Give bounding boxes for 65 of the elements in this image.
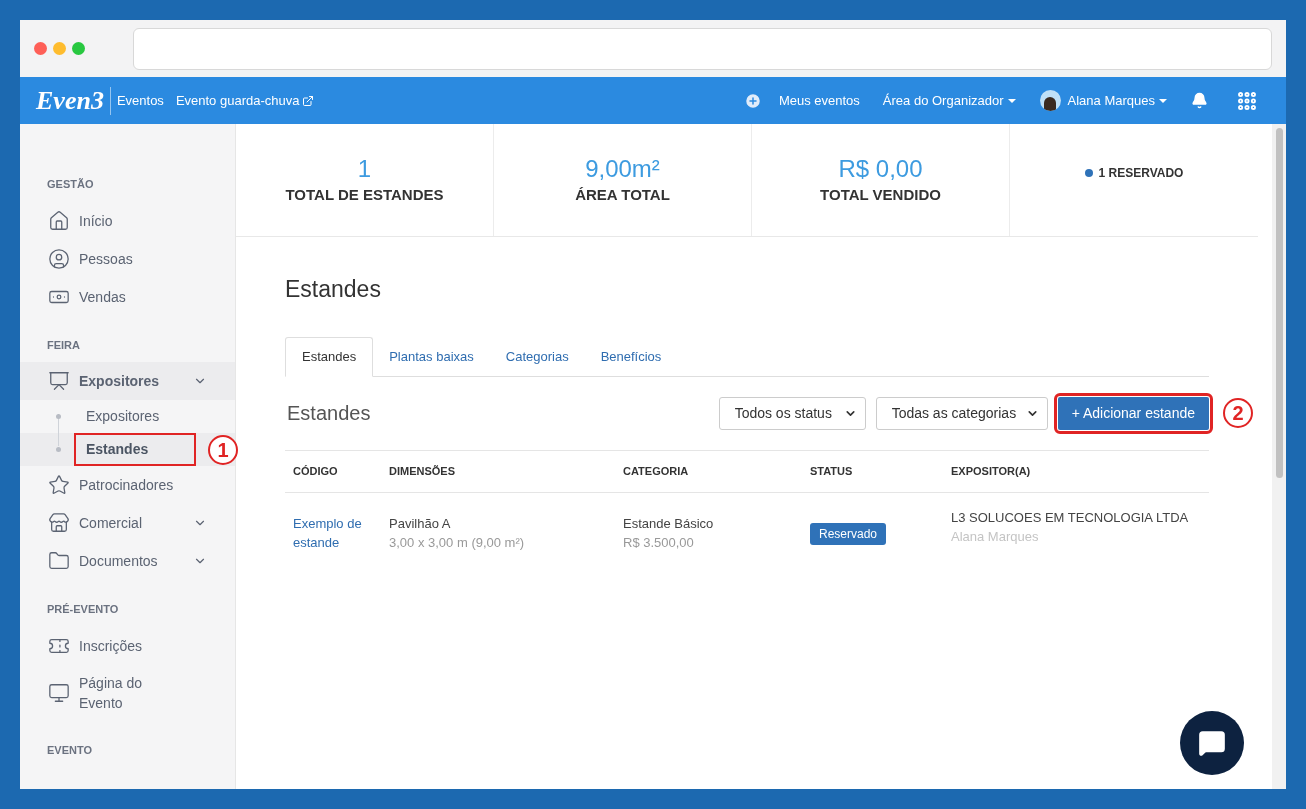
sidebar-section-title: EVENTO	[46, 742, 94, 758]
caret-icon	[1007, 98, 1016, 103]
person-icon	[48, 247, 70, 270]
table-cell-text: R$ 3.500,00	[623, 534, 695, 553]
column-header: STATUS	[810, 465, 853, 478]
tab[interactable]: Benefícios	[584, 336, 678, 377]
column-header: CÓDIGO	[293, 465, 338, 478]
nav-dropdown[interactable]: Área do Organizador	[882, 90, 1016, 111]
page-title: Estandes	[285, 275, 382, 304]
chat-icon	[1198, 729, 1226, 757]
monitor-icon	[48, 681, 70, 704]
filter-select[interactable]: Todos os status	[718, 396, 866, 430]
tab[interactable]: Estandes	[285, 336, 374, 377]
sidebar-item[interactable]: Comercial	[20, 504, 235, 542]
stat-label: TOTAL DE ESTANDES	[285, 184, 444, 205]
event-link[interactable]: Evento guarda-chuva	[175, 90, 315, 111]
tab[interactable]: Categorias	[489, 336, 585, 377]
sidebar-item[interactable]: Início	[20, 201, 235, 240]
star-icon	[48, 474, 70, 496]
add-icon[interactable]	[743, 91, 762, 110]
table-cell-text: Pavilhão A	[389, 514, 452, 533]
apps-grid-icon[interactable]	[1236, 89, 1258, 112]
sidebar-item[interactable]: Página do Evento	[20, 664, 235, 721]
sidebar-item[interactable]: Vendas	[20, 277, 235, 316]
stat-label: ÁREA TOTAL	[575, 184, 670, 205]
callout-number: 1	[208, 434, 238, 465]
column-header: EXPOSITOR(A)	[951, 465, 1031, 478]
sidebar-subitem[interactable]: Expositores	[76, 402, 170, 431]
user-menu[interactable]: Alana Marques	[1067, 90, 1167, 111]
stat-label: TOTAL VENDIDO	[820, 184, 941, 205]
table-cell-text: 3,00 x 3,00 m (9,00 m²)	[389, 534, 526, 553]
column-header: DIMENSÕES	[389, 465, 455, 478]
status-badge: Reservado	[810, 522, 887, 545]
stand-link[interactable]: Exemplo de estande	[293, 513, 373, 553]
sidebar-item[interactable]: Inscrições	[20, 626, 235, 665]
store-icon	[48, 512, 70, 534]
sidebar-section-title: FEIRA	[46, 337, 81, 353]
house-icon	[48, 209, 70, 232]
notification-bell-icon[interactable]	[1191, 92, 1208, 109]
stat-value: 1	[357, 153, 372, 184]
legend-label: 1 RESERVADO	[1098, 165, 1184, 182]
tab[interactable]: Plantas baixas	[373, 336, 490, 377]
table-cell-text: L3 SOLUCOES EM TECNOLOGIA LTDA	[951, 508, 1190, 527]
sidebar-section-title: PRÉ-EVENTO	[46, 602, 120, 617]
filter-select[interactable]: Todas as categorias	[875, 396, 1048, 430]
table-cell-text: Alana Marques	[951, 528, 1040, 547]
caret-icon	[1159, 98, 1167, 103]
stat-value: R$ 0,00	[838, 153, 923, 184]
table-cell-text: Estande Básico	[623, 514, 715, 533]
callout-number: 2	[1223, 398, 1253, 428]
stat-value: 9,00m²	[585, 153, 660, 184]
logo[interactable]: Even3	[36, 86, 111, 115]
sidebar-section-title: GESTÃO	[46, 177, 95, 192]
section-title: Estandes	[287, 401, 372, 426]
sidebar-item[interactable]: Pessoas	[20, 239, 235, 278]
external-link-icon	[302, 94, 315, 107]
sidebar-item[interactable]: Expositores	[20, 362, 235, 400]
nav-link[interactable]: Meus eventos	[778, 90, 860, 111]
sidebar-item[interactable]: Patrocinadores	[20, 466, 235, 504]
avatar[interactable]	[1039, 90, 1061, 111]
nav-section-label: Eventos	[116, 91, 164, 110]
address-field[interactable]	[133, 27, 1272, 70]
sidebar-item[interactable]: Documentos	[20, 542, 235, 580]
folder-icon	[48, 550, 70, 572]
column-header: CATEGORIA	[623, 465, 689, 478]
